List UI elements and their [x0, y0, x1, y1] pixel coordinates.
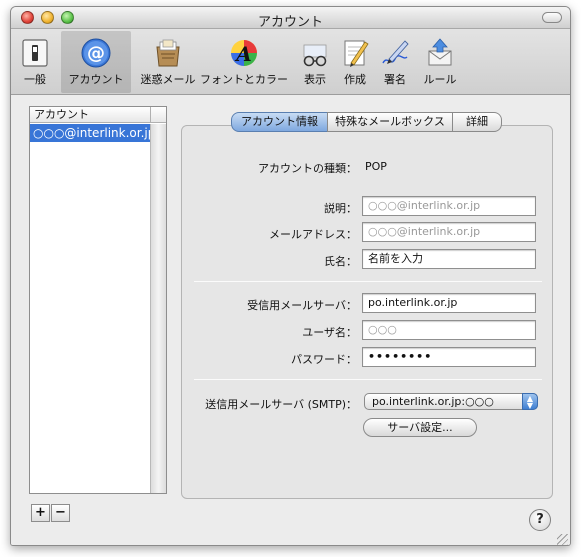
toolbar-item-label: 署名: [384, 73, 406, 86]
title-bar[interactable]: アカウント: [11, 7, 570, 30]
preferences-window: アカウント 一般 @ アカウント 迷惑メール A フォントとカラー 表示 作成 …: [10, 6, 571, 546]
help-button[interactable]: ?: [529, 509, 551, 531]
tab-special-mailboxes[interactable]: 特殊なメールボックス: [327, 112, 453, 132]
email-address-field[interactable]: ○○○@interlink.or.jp: [362, 222, 536, 242]
toolbar-item-signatures[interactable]: 署名: [375, 31, 415, 93]
toolbar-item-label: 迷惑メール: [140, 73, 196, 86]
list-header-corner: [150, 107, 166, 123]
toolbar-item-viewing[interactable]: 表示: [295, 31, 335, 93]
server-settings-button[interactable]: サーバ設定...: [363, 418, 477, 437]
toolbar-item-general[interactable]: 一般: [17, 31, 53, 93]
remove-account-button[interactable]: −: [51, 504, 70, 522]
account-list-item[interactable]: ○○○@interlink.or.jp: [30, 124, 150, 142]
toolbar-item-fonts-colors[interactable]: A フォントとカラー: [199, 31, 289, 93]
full-name-label: 氏名：: [324, 255, 357, 268]
password-field[interactable]: ••••••••: [362, 347, 536, 367]
incoming-server-label: 受信用メールサーバ：: [247, 299, 357, 312]
email-address-label: メールアドレス：: [269, 228, 357, 241]
fonts-colors-icon: A: [228, 37, 260, 69]
username-label: ユーザ名：: [302, 326, 357, 339]
full-name-field[interactable]: 名前を入力: [362, 249, 536, 269]
smtp-server-value: po.interlink.or.jp:○○○: [372, 395, 494, 408]
smtp-server-popup[interactable]: po.interlink.or.jp:○○○ ▲ ▼: [364, 393, 538, 410]
toolbar-item-label: フォントとカラー: [200, 73, 288, 86]
description-label: 説明：: [324, 202, 357, 215]
toolbar-item-junk-mail[interactable]: 迷惑メール: [135, 31, 201, 93]
incoming-server-field[interactable]: po.interlink.or.jp: [362, 293, 536, 313]
rules-envelope-icon: [424, 37, 456, 69]
smtp-server-label: 送信用メールサーバ (SMTP)：: [205, 398, 357, 411]
accounts-list[interactable]: アカウント ○○○@interlink.or.jp: [29, 106, 167, 494]
account-type-label: アカウントの種類：: [258, 162, 357, 175]
svg-text:A: A: [234, 42, 252, 66]
password-label: パスワード：: [291, 353, 357, 366]
toolbar-item-label: ルール: [423, 73, 457, 86]
tab-account-info[interactable]: アカウント情報: [231, 112, 328, 132]
popup-arrows-icon: ▲ ▼: [522, 393, 538, 410]
toolbar-toggle-button[interactable]: [542, 12, 562, 23]
glasses-icon: [299, 37, 331, 69]
section-divider: [194, 281, 542, 282]
junk-mail-icon: [152, 37, 184, 69]
description-field[interactable]: ○○○@interlink.or.jp: [362, 196, 536, 216]
account-type-value: POP: [365, 160, 387, 173]
general-switch-icon: [19, 37, 51, 69]
toolbar-item-label: アカウント: [68, 73, 124, 86]
preferences-content: アカウント ○○○@interlink.or.jp + − アカウント情報 特殊…: [11, 96, 570, 545]
at-sign-icon: @: [80, 37, 112, 69]
section-divider: [194, 379, 542, 380]
svg-text:@: @: [87, 43, 105, 64]
accounts-list-header[interactable]: アカウント: [30, 107, 150, 123]
toolbar-item-label: 作成: [344, 73, 366, 86]
username-field[interactable]: ○○○: [362, 320, 536, 340]
compose-pencil-icon: [339, 37, 371, 69]
accounts-list-scrollbar[interactable]: [150, 124, 166, 493]
toolbar-item-label: 表示: [304, 73, 326, 86]
signature-pen-icon: [379, 37, 411, 69]
resize-grip-icon[interactable]: [557, 534, 568, 545]
tab-advanced[interactable]: 詳細: [452, 112, 502, 132]
window-title: アカウント: [257, 15, 323, 30]
toolbar-item-label: 一般: [24, 73, 46, 86]
add-account-button[interactable]: +: [31, 504, 50, 522]
toolbar-item-rules[interactable]: ルール: [417, 31, 463, 93]
toolbar-item-composing[interactable]: 作成: [337, 31, 373, 93]
preferences-toolbar: 一般 @ アカウント 迷惑メール A フォントとカラー 表示 作成 署名 ルール: [11, 29, 570, 95]
toolbar-item-accounts[interactable]: @ アカウント: [61, 31, 131, 93]
